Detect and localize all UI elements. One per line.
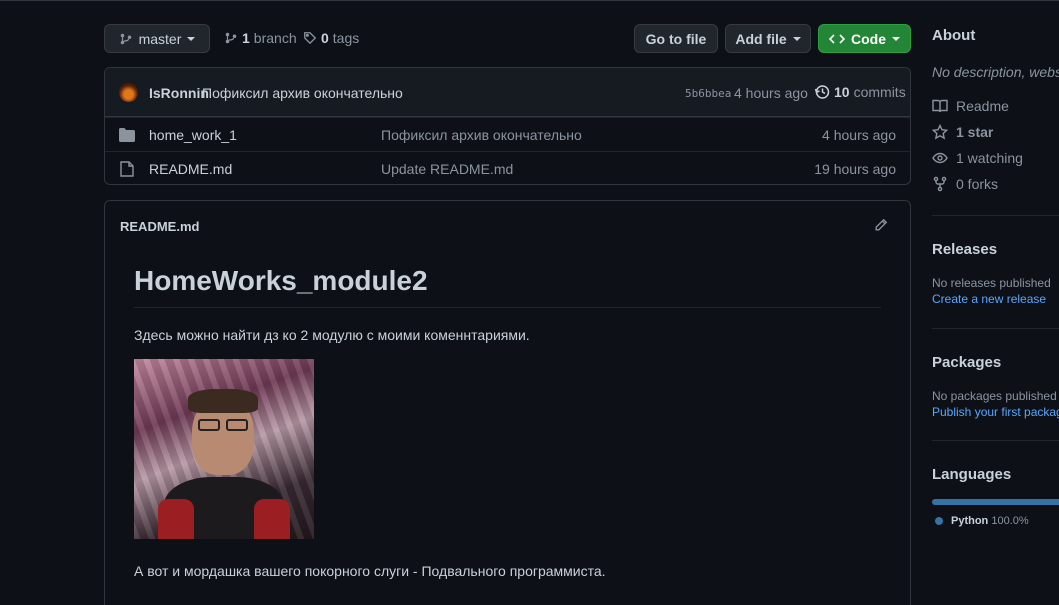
tag-label: tags	[332, 30, 360, 46]
python-name: Python	[951, 515, 989, 527]
publish-package-link[interactable]: Publish your first package	[932, 405, 1059, 419]
about-title: About	[932, 27, 976, 44]
languages-title: Languages	[932, 466, 1012, 483]
pencil-icon[interactable]	[874, 218, 888, 232]
chevron-down-icon	[187, 36, 196, 41]
tag-count: 0	[321, 30, 329, 46]
sidebar-stars-label: 1 star	[956, 124, 993, 140]
go-to-file-label: Go to file	[645, 30, 707, 47]
commit-message[interactable]: Пофиксил архив окончательно	[202, 85, 403, 101]
sidebar-divider	[932, 440, 1059, 441]
file-name[interactable]: home_work_1	[149, 127, 237, 143]
readme-heading: HomeWorks_module2	[134, 265, 428, 296]
readme-box: README.md HomeWorks_module2 Здесь можно …	[104, 200, 911, 605]
sidebar-watching-label: 1 watching	[956, 150, 1023, 166]
branch-name: master	[138, 30, 182, 47]
avatar[interactable]	[119, 83, 138, 102]
file-icon	[120, 161, 134, 177]
chevron-down-icon	[792, 36, 801, 41]
code-label: Code	[851, 30, 886, 47]
author-photo	[134, 359, 314, 539]
readme-filename[interactable]: README.md	[120, 219, 199, 234]
history-icon	[814, 85, 830, 99]
tag-icon	[304, 32, 317, 45]
branch-label: branch	[253, 30, 297, 46]
sidebar-divider	[932, 215, 1059, 216]
file-time: 19 hours ago	[814, 161, 896, 177]
language-name: Python 100.0%	[951, 515, 1029, 527]
eye-icon	[932, 152, 948, 164]
branch-count: 1	[242, 30, 250, 46]
about-description: No description, website	[932, 64, 1059, 80]
tags-link[interactable]: 0 tags	[303, 30, 359, 46]
sidebar-item-readme[interactable]: Readme	[932, 98, 1009, 114]
sidebar-item-forks[interactable]: 0 forks	[932, 176, 998, 192]
releases-title[interactable]: Releases	[932, 241, 997, 258]
file-list-box: IsRonnin Пофиксил архив окончательно 5b6…	[104, 67, 911, 185]
file-time: 4 hours ago	[822, 127, 896, 143]
branches-link[interactable]: 1 branch	[224, 30, 297, 46]
file-commit-message[interactable]: Пофиксил архив окончательно	[381, 127, 582, 143]
sidebar-forks-label: 0 forks	[956, 176, 999, 192]
language-item-python[interactable]: Python 100.0%	[935, 515, 1029, 527]
go-to-file-button[interactable]: Go to file	[634, 24, 718, 53]
file-name[interactable]: README.md	[149, 161, 232, 177]
language-bar	[932, 499, 1059, 505]
add-file-button[interactable]: Add file	[725, 24, 811, 53]
readme-intro: Здесь можно найти дз ко 2 модулю с моими…	[134, 327, 530, 343]
readme-caption: А вот и мордашка вашего покорного слуги …	[134, 563, 606, 579]
sidebar-item-stars[interactable]: 1 star	[932, 124, 993, 140]
code-button[interactable]: Code	[818, 24, 911, 53]
releases-empty-text: No releases published	[932, 276, 1051, 290]
git-branch-icon	[120, 33, 131, 44]
commit-sha[interactable]: 5b6bbea	[685, 87, 731, 100]
sidebar-readme-label: Readme	[956, 98, 1009, 114]
commits-label: commits	[853, 84, 906, 100]
commit-author[interactable]: IsRonnin	[149, 85, 209, 101]
chevron-down-icon	[892, 36, 900, 41]
stars-text: 1 star	[956, 124, 994, 140]
file-commit-message[interactable]: Update README.md	[381, 161, 513, 177]
git-branch-icon	[225, 32, 237, 44]
list-item[interactable]: README.md Update README.md 19 hours ago	[105, 151, 910, 185]
language-color-dot	[935, 517, 943, 525]
sidebar-divider	[932, 328, 1059, 329]
list-item[interactable]: home_work_1 Пофиксил архив окончательно …	[105, 117, 910, 151]
packages-title[interactable]: Packages	[932, 354, 1001, 371]
star-icon	[932, 124, 948, 140]
commit-time: 4 hours ago	[734, 85, 808, 101]
add-file-label: Add file	[735, 30, 787, 47]
python-percent: 100.0%	[991, 515, 1029, 527]
book-icon	[932, 99, 948, 113]
branch-select-button[interactable]: master	[104, 24, 210, 53]
fork-icon	[933, 176, 947, 192]
heading-divider	[134, 307, 881, 308]
code-icon	[829, 33, 845, 44]
latest-commit-bar: IsRonnin Пофиксил архив окончательно 5b6…	[105, 68, 910, 117]
folder-icon	[119, 128, 135, 142]
commits-count: 10	[834, 84, 850, 100]
packages-empty-text: No packages published	[932, 389, 1057, 403]
sidebar-item-watching[interactable]: 1 watching	[932, 150, 1023, 166]
commits-link[interactable]: 10 commits	[814, 84, 906, 100]
create-release-link[interactable]: Create a new release	[932, 292, 1046, 306]
